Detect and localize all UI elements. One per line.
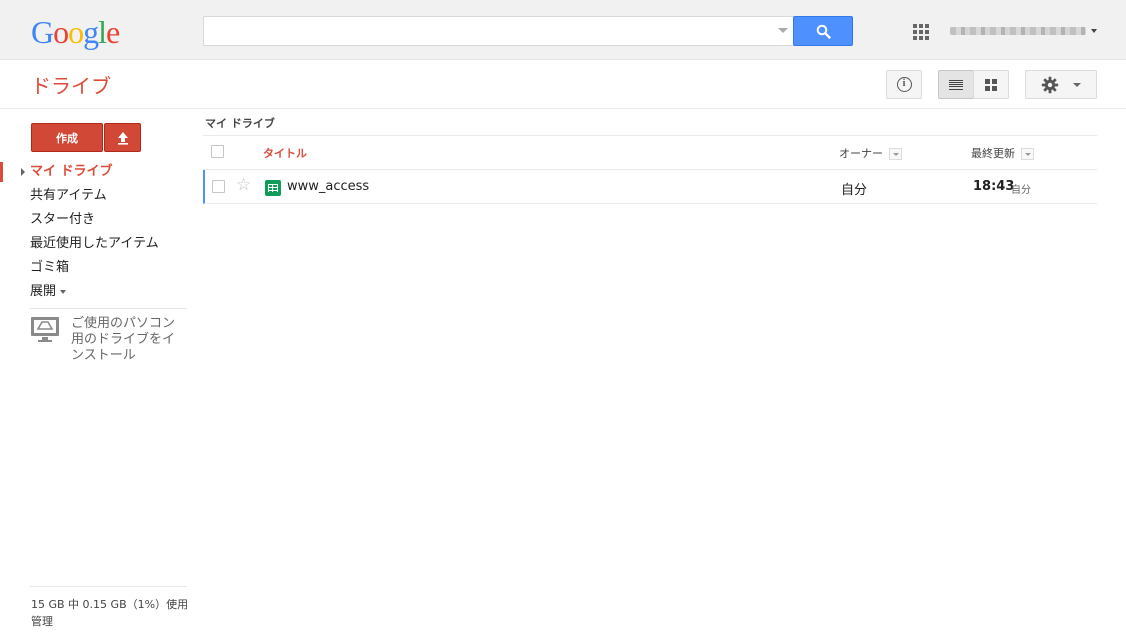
sidebar-item-label: スター付き bbox=[30, 212, 96, 227]
logo-letter: o bbox=[53, 14, 69, 50]
logo-letter: g bbox=[83, 14, 99, 50]
sidebar-item-label: ゴミ箱 bbox=[30, 260, 70, 275]
account-name-blurred[interactable] bbox=[950, 25, 1090, 37]
search-input[interactable] bbox=[204, 17, 764, 45]
account-menu-caret-icon[interactable] bbox=[1091, 29, 1097, 33]
sidebar-item-label: 共有アイテム bbox=[30, 188, 107, 203]
upload-icon bbox=[117, 131, 128, 145]
sidebar-item-more[interactable]: 展開 bbox=[0, 282, 195, 306]
expand-arrow-icon[interactable] bbox=[21, 168, 25, 176]
file-owner: 自分 bbox=[841, 183, 868, 198]
row-checkbox[interactable] bbox=[212, 180, 225, 193]
logo-letter: l bbox=[98, 14, 107, 50]
app-header: ドライブ i bbox=[0, 61, 1126, 109]
owner-sort-dropdown-icon[interactable] bbox=[889, 148, 902, 160]
apps-grid-icon[interactable] bbox=[913, 24, 929, 40]
search-box bbox=[203, 16, 794, 46]
sidebar-item-label: 最近使用したアイテム bbox=[30, 236, 159, 251]
logo-letter: e bbox=[106, 14, 120, 50]
create-button[interactable]: 作成 bbox=[31, 123, 103, 152]
divider bbox=[30, 586, 187, 587]
sidebar: 作成 マイ ドライブ 共有アイテム スター付き 最近使用したアイテム ゴミ箱 展… bbox=[0, 110, 195, 636]
search-icon bbox=[816, 24, 831, 39]
storage-usage-text: 15 GB 中 0.15 GB（1%）使用 bbox=[31, 598, 189, 611]
logo-letter: G bbox=[31, 14, 54, 50]
top-bar: Google bbox=[0, 0, 1126, 60]
grid-view-icon bbox=[985, 78, 997, 91]
sidebar-item-starred[interactable]: スター付き bbox=[0, 210, 195, 234]
install-drive-text: ご使用のパソコン用のドライブをインストール bbox=[71, 316, 176, 363]
file-modified-time: 18:43 bbox=[973, 179, 1015, 194]
sidebar-item-label: マイ ドライブ bbox=[30, 164, 113, 179]
sidebar-item-shared[interactable]: 共有アイテム bbox=[0, 186, 195, 210]
list-view-button[interactable] bbox=[938, 70, 974, 99]
install-drive-link[interactable]: ご使用のパソコン用のドライブをインストール bbox=[30, 316, 190, 364]
manage-storage-link[interactable]: 管理 bbox=[31, 613, 188, 630]
file-name[interactable]: www_access bbox=[287, 179, 369, 194]
chevron-down-icon bbox=[1073, 82, 1081, 87]
desktop-drive-icon bbox=[31, 317, 59, 342]
logo-letter: o bbox=[68, 14, 84, 50]
spreadsheet-icon bbox=[265, 180, 281, 196]
grid-view-button[interactable] bbox=[973, 70, 1009, 99]
gear-icon bbox=[1041, 76, 1059, 93]
file-list-header: タイトル オーナー 最終更新 bbox=[203, 135, 1097, 170]
details-button[interactable]: i bbox=[886, 70, 922, 99]
list-view-icon bbox=[949, 79, 963, 90]
select-all-checkbox[interactable] bbox=[211, 145, 224, 158]
star-icon[interactable]: ☆ bbox=[236, 177, 251, 194]
sidebar-item-recent[interactable]: 最近使用したアイテム bbox=[0, 234, 195, 258]
sidebar-nav: マイ ドライブ 共有アイテム スター付き 最近使用したアイテム ゴミ箱 展開 bbox=[0, 162, 195, 306]
table-row[interactable]: ☆ www_access 自分 18:43 自分 bbox=[203, 170, 1097, 204]
sidebar-item-label: 展開 bbox=[30, 284, 57, 299]
column-header-title[interactable]: タイトル bbox=[263, 145, 307, 161]
search-button[interactable] bbox=[793, 16, 853, 46]
sidebar-item-trash[interactable]: ゴミ箱 bbox=[0, 258, 195, 282]
blurred-account-text bbox=[950, 27, 1086, 35]
settings-button[interactable] bbox=[1025, 70, 1097, 99]
upload-button[interactable] bbox=[104, 123, 141, 152]
column-header-modified[interactable]: 最終更新 bbox=[971, 145, 1015, 161]
search-options-dropdown-icon[interactable] bbox=[778, 28, 788, 33]
app-title[interactable]: ドライブ bbox=[31, 70, 111, 99]
modified-sort-dropdown-icon[interactable] bbox=[1021, 148, 1034, 160]
chevron-down-icon bbox=[60, 289, 67, 294]
info-icon: i bbox=[896, 77, 912, 92]
divider bbox=[30, 308, 187, 309]
sidebar-item-my-drive[interactable]: マイ ドライブ bbox=[0, 162, 195, 186]
storage-info: 15 GB 中 0.15 GB（1%）使用 管理 bbox=[31, 596, 188, 630]
file-modified-by: 自分 bbox=[1011, 185, 1031, 196]
column-header-owner[interactable]: オーナー bbox=[839, 145, 883, 161]
google-logo[interactable]: Google bbox=[31, 14, 120, 50]
breadcrumb[interactable]: マイ ドライブ bbox=[205, 115, 275, 131]
